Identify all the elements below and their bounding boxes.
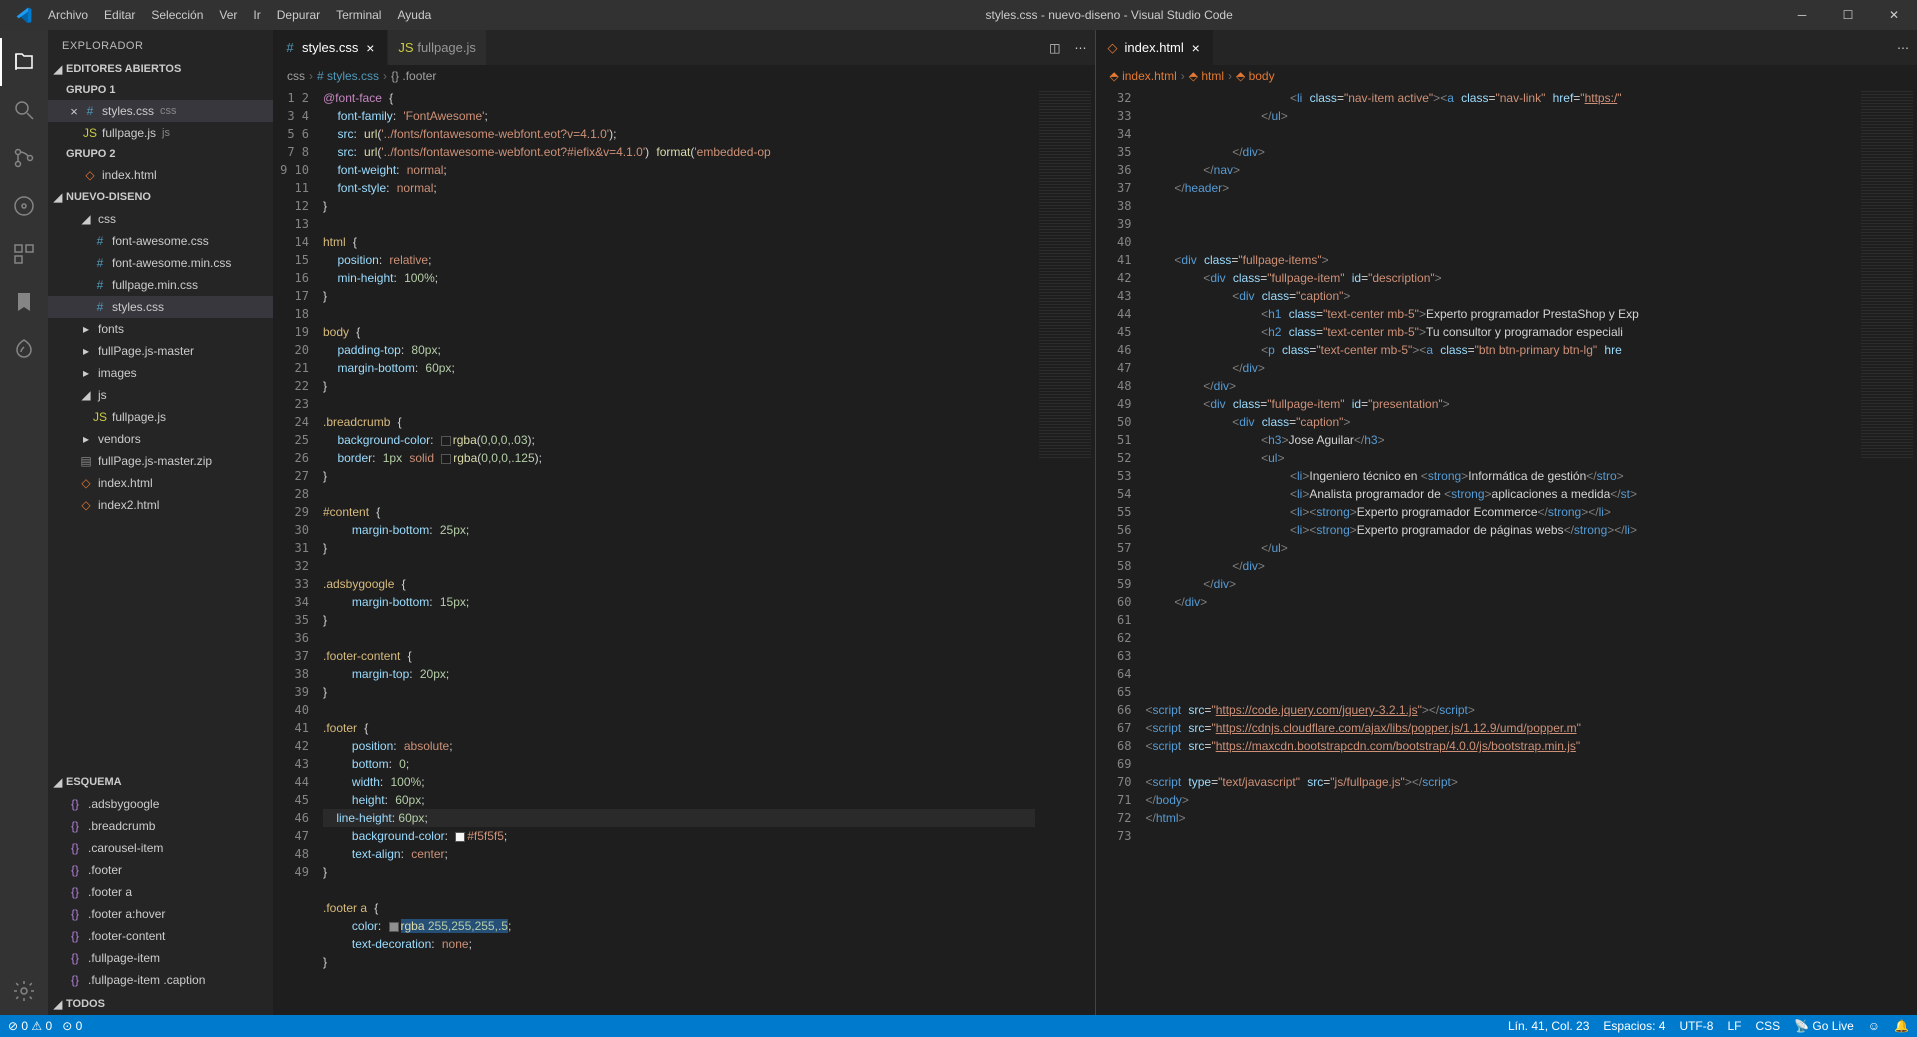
outline-item[interactable]: {}.carousel-item <box>48 837 273 859</box>
status-language[interactable]: CSS <box>1755 1019 1780 1033</box>
tab-fullpage-js[interactable]: JSfullpage.js <box>388 30 487 65</box>
status-feedback-icon[interactable]: ☺ <box>1868 1019 1880 1033</box>
tab-bar-right: ◇index.html× ⋯ <box>1096 30 1917 65</box>
file-index-html[interactable]: ◇index.html <box>48 472 273 494</box>
outline-item[interactable]: {}.fullpage-item <box>48 947 273 969</box>
editor-area: #styles.css× JSfullpage.js ◫ ⋯ css› # sty… <box>273 30 1917 1015</box>
extensions-icon[interactable] <box>0 230 48 278</box>
editor-pane-right: ◇index.html× ⋯ ⬘ index.html› ⬘ html› ⬘ b… <box>1095 30 1917 1015</box>
open-editor-styles-css[interactable]: ×#styles.csscss <box>48 100 273 122</box>
explorer-icon[interactable] <box>0 38 48 86</box>
open-editor-fullpage-js[interactable]: JSfullpage.jsjs <box>48 122 273 144</box>
file-font-awesome-min-css[interactable]: #font-awesome.min.css <box>48 252 273 274</box>
menu-editar[interactable]: Editar <box>96 0 143 30</box>
folder-vendors[interactable]: ▸vendors <box>48 428 273 450</box>
status-port[interactable]: ⊙ 0 <box>62 1019 82 1033</box>
close-icon[interactable]: × <box>363 40 377 56</box>
minimap[interactable] <box>1857 87 1917 1015</box>
todos-header[interactable]: ◢TODOS <box>48 993 273 1015</box>
search-icon[interactable] <box>0 86 48 134</box>
menu-ver[interactable]: Ver <box>211 0 245 30</box>
folder-css[interactable]: ◢css <box>48 208 273 230</box>
menubar: Archivo Editar Selección Ver Ir Depurar … <box>0 0 439 30</box>
file-tree: ◢css #font-awesome.css #font-awesome.min… <box>48 208 273 771</box>
settings-icon[interactable] <box>0 967 48 1015</box>
status-spaces[interactable]: Espacios: 4 <box>1603 1019 1665 1033</box>
status-bar: ⊘ 0 ⚠ 0 ⊙ 0 Lín. 41, Col. 23 Espacios: 4… <box>0 1015 1917 1037</box>
source-control-icon[interactable] <box>0 134 48 182</box>
status-eol[interactable]: LF <box>1727 1019 1741 1033</box>
line-numbers: 1 2 3 4 5 6 7 8 9 10 11 12 13 14 15 16 1… <box>273 87 323 1015</box>
outline-item[interactable]: {}.fullpage-item .caption <box>48 969 273 991</box>
menu-seleccion[interactable]: Selección <box>143 0 211 30</box>
split-editor-icon[interactable]: ◫ <box>1049 41 1060 55</box>
group-1-label: GRUPO 1 <box>48 80 273 100</box>
status-position[interactable]: Lín. 41, Col. 23 <box>1508 1019 1589 1033</box>
close-icon[interactable]: × <box>66 104 82 119</box>
outline-header[interactable]: ◢ESQUEMA <box>48 771 273 793</box>
window-controls: ─ ☐ ✕ <box>1779 0 1917 30</box>
tab-index-html[interactable]: ◇index.html× <box>1096 30 1214 65</box>
minimize-button[interactable]: ─ <box>1779 0 1825 30</box>
vscode-logo-icon <box>16 7 32 23</box>
open-editors-header[interactable]: ◢EDITORES ABIERTOS <box>48 58 273 80</box>
breadcrumb-left[interactable]: css› # styles.css› {} .footer <box>273 65 1095 87</box>
code-editor-left[interactable]: 1 2 3 4 5 6 7 8 9 10 11 12 13 14 15 16 1… <box>273 87 1095 1015</box>
status-encoding[interactable]: UTF-8 <box>1679 1019 1713 1033</box>
outline-list: {}.adsbygoogle {}.breadcrumb {}.carousel… <box>48 793 273 993</box>
bookmarks-icon[interactable] <box>0 278 48 326</box>
menu-archivo[interactable]: Archivo <box>40 0 96 30</box>
file-fullpage-min-css[interactable]: #fullpage.min.css <box>48 274 273 296</box>
project-header[interactable]: ◢NUEVO-DISENO <box>48 186 273 208</box>
file-font-awesome-css[interactable]: #font-awesome.css <box>48 230 273 252</box>
editor-pane-left: #styles.css× JSfullpage.js ◫ ⋯ css› # sty… <box>273 30 1095 1015</box>
outline-item[interactable]: {}.footer <box>48 859 273 881</box>
folder-images[interactable]: ▸images <box>48 362 273 384</box>
outline-item[interactable]: {}.footer a:hover <box>48 903 273 925</box>
more-icon[interactable]: ⋯ <box>1897 41 1909 55</box>
status-errors[interactable]: ⊘ 0 ⚠ 0 <box>8 1019 52 1033</box>
file-fullpage-js[interactable]: JSfullpage.js <box>48 406 273 428</box>
code-editor-right[interactable]: 32 33 34 35 36 37 38 39 40 41 42 43 44 4… <box>1096 87 1917 1015</box>
extra-icon[interactable] <box>0 326 48 374</box>
title-bar: Archivo Editar Selección Ver Ir Depurar … <box>0 0 1917 30</box>
menu-ayuda[interactable]: Ayuda <box>389 0 439 30</box>
menu-terminal[interactable]: Terminal <box>328 0 389 30</box>
sidebar: EXPLORADOR ◢EDITORES ABIERTOS GRUPO 1 ×#… <box>48 30 273 1015</box>
outline-item[interactable]: {}.adsbygoogle <box>48 793 273 815</box>
more-icon[interactable]: ⋯ <box>1075 41 1087 55</box>
activity-bar <box>0 30 48 1015</box>
menu-ir[interactable]: Ir <box>245 0 268 30</box>
minimap[interactable] <box>1035 87 1095 1015</box>
menu-depurar[interactable]: Depurar <box>269 0 328 30</box>
file-zip[interactable]: ▤fullPage.js-master.zip <box>48 450 273 472</box>
folder-js[interactable]: ◢js <box>48 384 273 406</box>
close-icon[interactable]: × <box>1189 40 1203 56</box>
line-numbers: 32 33 34 35 36 37 38 39 40 41 42 43 44 4… <box>1096 87 1146 1015</box>
open-editor-index-html[interactable]: ◇index.html <box>48 164 273 186</box>
breadcrumb-right[interactable]: ⬘ index.html› ⬘ html› ⬘ body <box>1096 65 1917 87</box>
group-2-label: GRUPO 2 <box>48 144 273 164</box>
file-index2-html[interactable]: ◇index2.html <box>48 494 273 516</box>
outline-item[interactable]: {}.footer-content <box>48 925 273 947</box>
folder-fullpagejs-master[interactable]: ▸fullPage.js-master <box>48 340 273 362</box>
status-golive[interactable]: 📡 Go Live <box>1794 1019 1854 1033</box>
folder-fonts[interactable]: ▸fonts <box>48 318 273 340</box>
maximize-button[interactable]: ☐ <box>1825 0 1871 30</box>
close-button[interactable]: ✕ <box>1871 0 1917 30</box>
debug-icon[interactable] <box>0 182 48 230</box>
outline-item[interactable]: {}.footer a <box>48 881 273 903</box>
sidebar-title: EXPLORADOR <box>48 30 273 58</box>
outline-item[interactable]: {}.breadcrumb <box>48 815 273 837</box>
file-styles-css[interactable]: #styles.css <box>48 296 273 318</box>
window-title: styles.css - nuevo-diseno - Visual Studi… <box>439 8 1779 22</box>
tab-styles-css[interactable]: #styles.css× <box>273 30 388 65</box>
tab-bar-left: #styles.css× JSfullpage.js ◫ ⋯ <box>273 30 1095 65</box>
status-bell-icon[interactable]: 🔔 <box>1894 1019 1909 1033</box>
